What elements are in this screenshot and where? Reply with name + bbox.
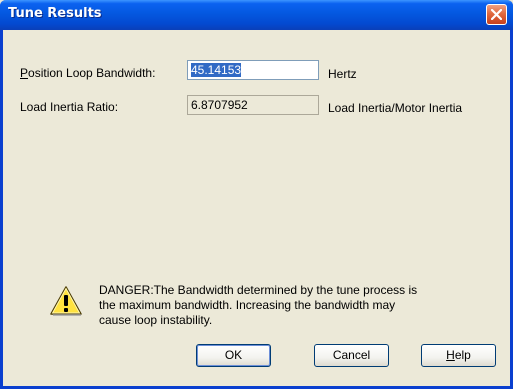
close-button[interactable] [486,4,507,25]
cancel-button[interactable]: Cancel [314,344,389,367]
danger-line-3: cause loop instability. [99,313,213,327]
bandwidth-label: Position Loop Bandwidth: [20,66,156,80]
help-button[interactable]: Help [421,344,496,367]
inertia-unit: Load Inertia/Motor Inertia [328,101,463,115]
danger-message: DANGER:The Bandwidth determined by the t… [99,283,489,328]
tune-results-dialog: Tune Results [0,0,513,389]
bandwidth-input[interactable]: 45.14153 [187,60,319,80]
bandwidth-value: 45.14153 [191,63,242,77]
danger-line-2: the maximum bandwidth. Increasing the ba… [99,298,396,312]
dialog-title: Tune Results [8,6,102,21]
danger-line-1: DANGER:The Bandwidth determined by the t… [99,283,418,297]
close-icon [491,9,502,20]
inertia-value: 6.8707952 [191,98,248,112]
inertia-label: Load Inertia Ratio: [20,100,119,114]
inertia-value-field: 6.8707952 [187,95,319,115]
warning-icon [50,286,82,316]
ok-button[interactable]: OK [196,344,271,367]
bandwidth-unit: Hertz [328,67,357,81]
title-bar[interactable]: Tune Results [0,0,513,30]
